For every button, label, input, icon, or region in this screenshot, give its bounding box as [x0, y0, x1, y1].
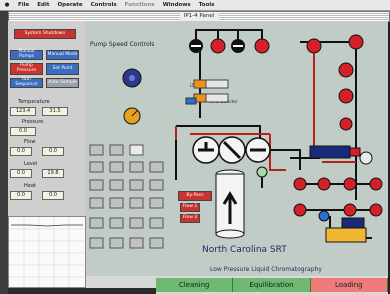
keypad-key[interactable] [149, 217, 164, 229]
valve-icon[interactable] [306, 38, 322, 54]
keypad-key[interactable] [89, 179, 104, 191]
keypad-key[interactable] [89, 217, 104, 229]
keypad-key[interactable] [149, 179, 164, 191]
keypad-key[interactable] [89, 161, 104, 173]
app-root: ● File Edit Operate Controls Functions W… [0, 0, 390, 294]
valve-icon[interactable] [348, 34, 364, 50]
diagram-svg [89, 29, 383, 249]
valve-icon[interactable] [338, 62, 354, 78]
keypad-key[interactable] [129, 197, 144, 209]
valve-icon[interactable] [293, 203, 307, 217]
collector-arm-icon [341, 217, 365, 229]
mixing-valve-group [192, 136, 271, 164]
keypad-key[interactable] [129, 144, 144, 156]
keypad-key[interactable] [109, 237, 124, 249]
valve-icon[interactable] [254, 38, 270, 54]
detector-icon [256, 166, 268, 178]
valve-icon[interactable] [317, 177, 331, 191]
tab-equilibration[interactable]: Equilibration [233, 278, 311, 292]
keypad-key[interactable] [109, 217, 124, 229]
valve-icon[interactable] [339, 117, 353, 131]
column-bottom-icon [215, 229, 245, 239]
reservoir-cap-icon [349, 147, 361, 157]
indicator-light-blue [185, 97, 197, 105]
fraction-collector [325, 227, 367, 243]
valve-icon[interactable] [210, 38, 226, 54]
keypad-key[interactable] [129, 237, 144, 249]
keypad-key[interactable] [89, 197, 104, 209]
keypad-key[interactable] [129, 161, 144, 173]
valve-icon[interactable] [338, 88, 354, 104]
keypad-key[interactable] [149, 237, 164, 249]
valve-icon[interactable] [343, 177, 357, 191]
keypad-key[interactable] [109, 161, 124, 173]
keypad-key[interactable] [129, 217, 144, 229]
valve-icon[interactable] [318, 210, 330, 222]
keypad-key[interactable] [109, 197, 124, 209]
keypad-key[interactable] [89, 144, 104, 156]
brand-title: North Carolina SRT [202, 245, 287, 255]
indicator-light-white [205, 93, 229, 103]
reservoir-tank [309, 145, 351, 159]
tab-loading[interactable]: Loading [310, 278, 388, 292]
keypad-key[interactable] [149, 197, 164, 209]
valve-icon[interactable] [343, 203, 357, 217]
valve-icon[interactable] [369, 177, 383, 191]
valve-icon[interactable] [293, 177, 307, 191]
keypad-key[interactable] [149, 161, 164, 173]
brand-subtitle: Low Pressure Liquid Chromatography [210, 266, 322, 273]
indicator-light-orange [193, 79, 207, 89]
keypad [89, 144, 164, 249]
right-valve-group [293, 34, 383, 222]
keypad-key[interactable] [129, 179, 144, 191]
valve-icon[interactable] [369, 203, 383, 217]
tab-cleaning[interactable]: Cleaning [156, 278, 234, 292]
dial-hub-icon [129, 75, 135, 81]
keypad-key[interactable] [109, 179, 124, 191]
indicator-light-white [205, 79, 229, 89]
valve-icon[interactable] [359, 151, 373, 165]
keypad-key[interactable] [89, 237, 104, 249]
status-bar: Cleaning Equilibration Loading [156, 278, 388, 292]
keypad-key[interactable] [109, 144, 124, 156]
